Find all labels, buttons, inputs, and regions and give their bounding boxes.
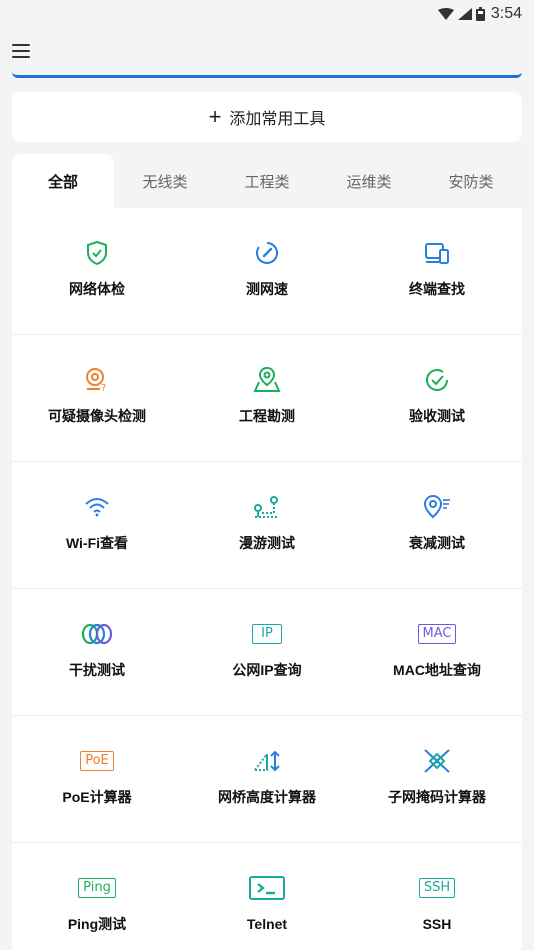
tool-label: 干扰测试 xyxy=(69,662,125,678)
tool-label: Wi-Fi查看 xyxy=(65,535,129,551)
tool-label: Telnet xyxy=(246,916,288,932)
tool-label: 衰减测试 xyxy=(409,535,465,551)
tool-label: 工程勘测 xyxy=(239,408,295,424)
tab-wireless[interactable]: 无线类 xyxy=(114,154,216,208)
device-search-icon xyxy=(419,238,455,268)
location-survey-icon xyxy=(249,365,285,395)
ping-box-icon: Ping xyxy=(78,873,116,903)
poe-box-icon: PoE xyxy=(79,746,115,776)
tool-label: 公网IP查询 xyxy=(232,662,302,678)
tab-engineering[interactable]: 工程类 xyxy=(216,154,318,208)
tool-label: Ping测试 xyxy=(67,916,127,932)
search-bar-edge xyxy=(12,72,522,78)
tool-ping-test[interactable]: Ping Ping测试 xyxy=(12,843,182,950)
tool-acceptance-test[interactable]: 验收测试 xyxy=(352,335,522,461)
tab-maintenance[interactable]: 运维类 xyxy=(318,154,420,208)
tool-label: 网桥高度计算器 xyxy=(218,789,316,805)
clock: 3:54 xyxy=(490,5,522,22)
tool-ssh[interactable]: SSH SSH xyxy=(352,843,522,950)
mac-box-icon: MAC xyxy=(417,619,457,649)
check-circle-icon xyxy=(419,365,455,395)
svg-text:?: ? xyxy=(101,383,106,393)
interference-icon xyxy=(79,619,115,649)
tool-row: ? 可疑摄像头检测 工程勘测 验收测试 xyxy=(12,335,522,462)
tool-telnet[interactable]: Telnet xyxy=(182,843,352,950)
tool-speed-test[interactable]: 测网速 xyxy=(182,208,352,334)
camera-question-icon: ? xyxy=(79,365,115,395)
wifi-icon xyxy=(79,492,115,522)
add-common-tool-label: 添加常用工具 xyxy=(229,111,326,128)
tab-all[interactable]: 全部 xyxy=(12,154,114,208)
tool-terminal-search[interactable]: 终端查找 xyxy=(352,208,522,334)
tool-bridge-height-calculator[interactable]: 网桥高度计算器 xyxy=(182,716,352,842)
tool-interference-test[interactable]: 干扰测试 xyxy=(12,589,182,715)
menu-icon[interactable] xyxy=(12,43,32,59)
tool-label: 网络体检 xyxy=(69,281,125,297)
ip-badge: IP xyxy=(252,624,282,644)
tool-subnet-mask-calculator[interactable]: 子网掩码计算器 xyxy=(352,716,522,842)
tool-public-ip-query[interactable]: IP 公网IP查询 xyxy=(182,589,352,715)
tool-row: 干扰测试 IP 公网IP查询 MAC MAC地址查询 xyxy=(12,589,522,716)
status-bar: 3:54 xyxy=(0,0,534,28)
plus-icon: + xyxy=(208,104,222,129)
terminal-icon xyxy=(249,873,285,903)
tool-roaming-test[interactable]: 漫游测试 xyxy=(182,462,352,588)
tools-panel: 全部 无线类 工程类 运维类 安防类 网络体检 测网速 终端查找 ? 可疑摄像头… xyxy=(12,154,522,950)
roaming-icon xyxy=(249,492,285,522)
app-toolbar xyxy=(0,28,534,74)
ping-badge: Ping xyxy=(78,878,116,898)
ssh-badge: SSH xyxy=(418,878,456,898)
cell-signal-icon xyxy=(457,8,472,20)
speedometer-icon xyxy=(249,238,285,268)
tool-attenuation-test[interactable]: 衰减测试 xyxy=(352,462,522,588)
tool-network-checkup[interactable]: 网络体检 xyxy=(12,208,182,334)
shield-check-icon xyxy=(79,238,115,268)
tool-label: 漫游测试 xyxy=(239,535,295,551)
ssh-box-icon: SSH xyxy=(418,873,456,903)
tool-grid: 网络体检 测网速 终端查找 ? 可疑摄像头检测 工程勘测 验收测试 Wi-Fi查… xyxy=(12,208,522,950)
ip-box-icon: IP xyxy=(249,619,285,649)
tool-label: MAC地址查询 xyxy=(393,662,481,678)
tool-poe-calculator[interactable]: PoE PoE计算器 xyxy=(12,716,182,842)
tool-suspicious-camera[interactable]: ? 可疑摄像头检测 xyxy=(12,335,182,461)
tool-engineering-survey[interactable]: 工程勘测 xyxy=(182,335,352,461)
add-common-tool-button[interactable]: + 添加常用工具 xyxy=(12,92,522,142)
poe-badge: PoE xyxy=(80,751,114,771)
tool-label: PoE计算器 xyxy=(62,789,132,805)
bridge-height-icon xyxy=(249,746,285,776)
category-tabs: 全部 无线类 工程类 运维类 安防类 xyxy=(12,154,522,208)
tool-label: 子网掩码计算器 xyxy=(388,789,486,805)
tool-row: PoE PoE计算器 网桥高度计算器 子网掩码计算器 xyxy=(12,716,522,843)
battery-icon xyxy=(475,7,485,21)
tool-row: 网络体检 测网速 终端查找 xyxy=(12,208,522,335)
attenuation-icon xyxy=(419,492,455,522)
tool-wifi-view[interactable]: Wi-Fi查看 xyxy=(12,462,182,588)
tool-label: 验收测试 xyxy=(409,408,465,424)
subnet-mask-icon xyxy=(419,746,455,776)
tab-security[interactable]: 安防类 xyxy=(420,154,522,208)
tool-label: 终端查找 xyxy=(409,281,465,297)
tool-row: Wi-Fi查看 漫游测试 衰减测试 xyxy=(12,462,522,589)
tool-label: 可疑摄像头检测 xyxy=(48,408,146,424)
tool-label: SSH xyxy=(422,916,452,932)
mac-badge: MAC xyxy=(417,624,457,644)
tool-row: Ping Ping测试 Telnet SSH SSH xyxy=(12,843,522,950)
tool-label: 测网速 xyxy=(246,281,288,297)
wifi-signal-icon xyxy=(437,8,454,20)
tool-mac-address-query[interactable]: MAC MAC地址查询 xyxy=(352,589,522,715)
